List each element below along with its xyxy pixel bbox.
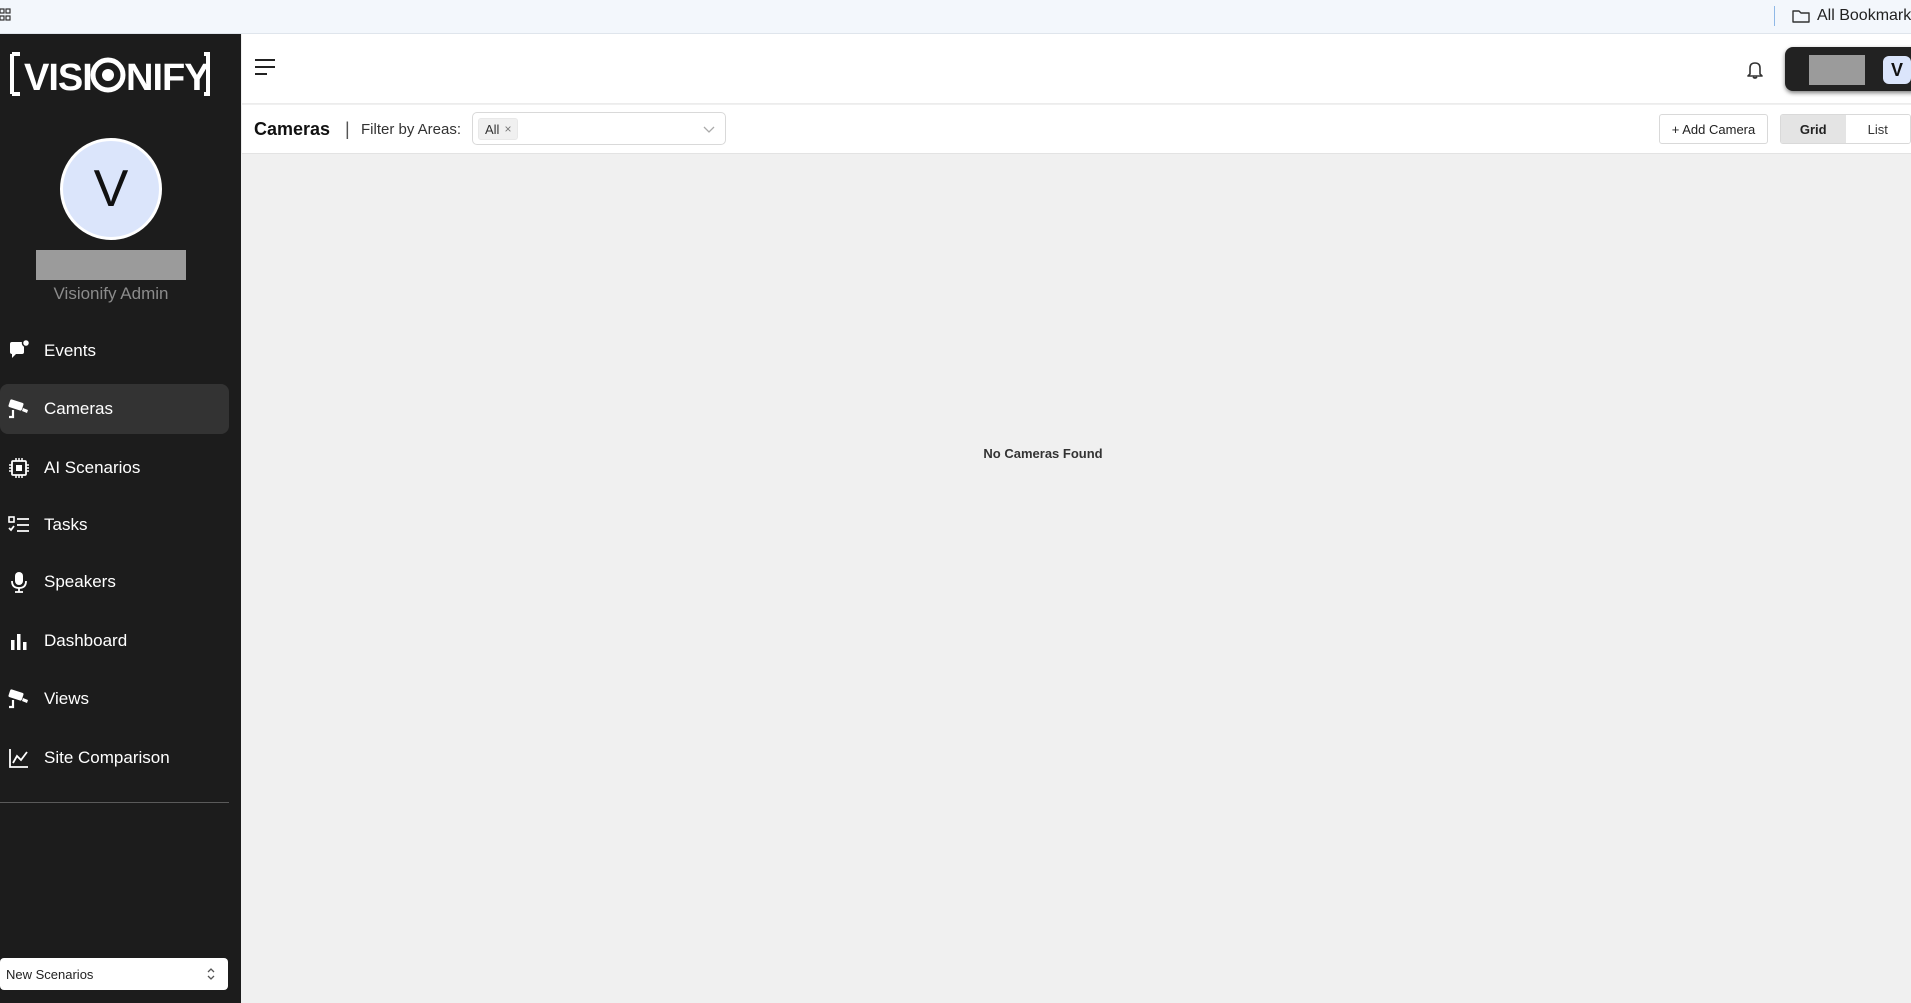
redacted-username — [36, 250, 186, 280]
all-bookmarks-label: All Bookmarks — [1817, 7, 1911, 24]
scenario-select-value: New Scenarios — [6, 966, 94, 982]
areas-filter-select[interactable]: All × — [472, 112, 726, 145]
sidebar-item-label: Cameras — [44, 399, 113, 418]
sidebar-item-label: Tasks — [44, 515, 88, 534]
sidebar-item-views[interactable]: Views — [0, 674, 229, 724]
sidebar-item-label: Events — [44, 341, 96, 360]
top-header: V — [242, 34, 1911, 104]
user-menu[interactable]: V — [1785, 47, 1911, 91]
user-avatar[interactable]: V — [60, 138, 162, 240]
chip-icon — [6, 455, 32, 481]
sidebar-item-label: Views — [44, 689, 90, 708]
line-chart-icon — [6, 745, 32, 771]
user-avatar-small: V — [1883, 56, 1911, 84]
cameras-toolbar: Cameras | Filter by Areas: All × + Add C… — [242, 105, 1911, 154]
grid-view-button[interactable]: Grid — [1781, 115, 1846, 143]
folder-icon — [1792, 10, 1810, 23]
scenario-select[interactable]: New Scenarios — [0, 958, 228, 990]
empty-state-message: No Cameras Found — [983, 446, 1103, 461]
list-view-button[interactable]: List — [1845, 115, 1910, 143]
filter-tag-all: All × — [478, 118, 519, 140]
filter-areas-label: Filter by Areas: — [361, 121, 462, 138]
all-bookmarks-button[interactable]: All Bookmarks — [1792, 5, 1911, 27]
chevron-down-icon — [703, 126, 715, 133]
svg-text:NIFY: NIFY — [126, 57, 209, 98]
bar-chart-icon — [6, 628, 32, 654]
filter-tag-label: All — [485, 121, 500, 137]
main-content: No Cameras Found — [242, 154, 1911, 1003]
events-icon — [6, 338, 32, 364]
menu-icon[interactable] — [254, 58, 276, 76]
sidebar-item-label: AI Scenarios — [44, 458, 141, 477]
microphone-icon — [6, 569, 32, 595]
page-title: Cameras — [254, 119, 331, 139]
sidebar-item-label: Dashboard — [44, 631, 128, 650]
add-camera-button[interactable]: + Add Camera — [1659, 114, 1768, 144]
svg-text:VISI: VISI — [24, 57, 92, 98]
sidebar-item-dashboard[interactable]: Dashboard — [0, 616, 229, 666]
tasks-icon — [6, 512, 32, 538]
sidebar-item-label: Site Comparison — [44, 748, 170, 767]
sidebar-item-cameras[interactable]: Cameras — [0, 384, 229, 434]
close-icon[interactable]: × — [504, 122, 511, 136]
title-separator: | — [345, 119, 350, 139]
sidebar-item-events[interactable]: Events — [0, 326, 229, 376]
sidebar-divider — [0, 802, 229, 803]
view-toggle: Grid List — [1780, 114, 1911, 144]
camera-icon — [6, 396, 32, 422]
user-role: Visionify Admin — [53, 284, 169, 303]
bell-icon[interactable] — [1746, 60, 1764, 80]
visionify-logo[interactable]: VISI NIFY — [8, 50, 213, 98]
chevron-up-down-icon — [207, 968, 215, 980]
bookmarks-divider — [1774, 6, 1775, 26]
avatar-initial: V — [93, 160, 129, 218]
sidebar-item-ai-scenarios[interactable]: AI Scenarios — [0, 443, 229, 493]
sidebar-item-speakers[interactable]: Speakers — [0, 557, 229, 607]
sidebar-item-label: Speakers — [44, 572, 116, 591]
bookmarks-bar: All Bookmarks — [0, 0, 1911, 34]
sidebar: VISI NIFY V Visionify Admin Events Camer… — [0, 34, 241, 1003]
sidebar-item-tasks[interactable]: Tasks — [0, 500, 229, 550]
camera-icon — [6, 686, 32, 712]
redacted-username — [1809, 55, 1865, 85]
apps-grid-icon[interactable] — [0, 7, 12, 23]
sidebar-item-site-comparison[interactable]: Site Comparison — [0, 733, 229, 783]
